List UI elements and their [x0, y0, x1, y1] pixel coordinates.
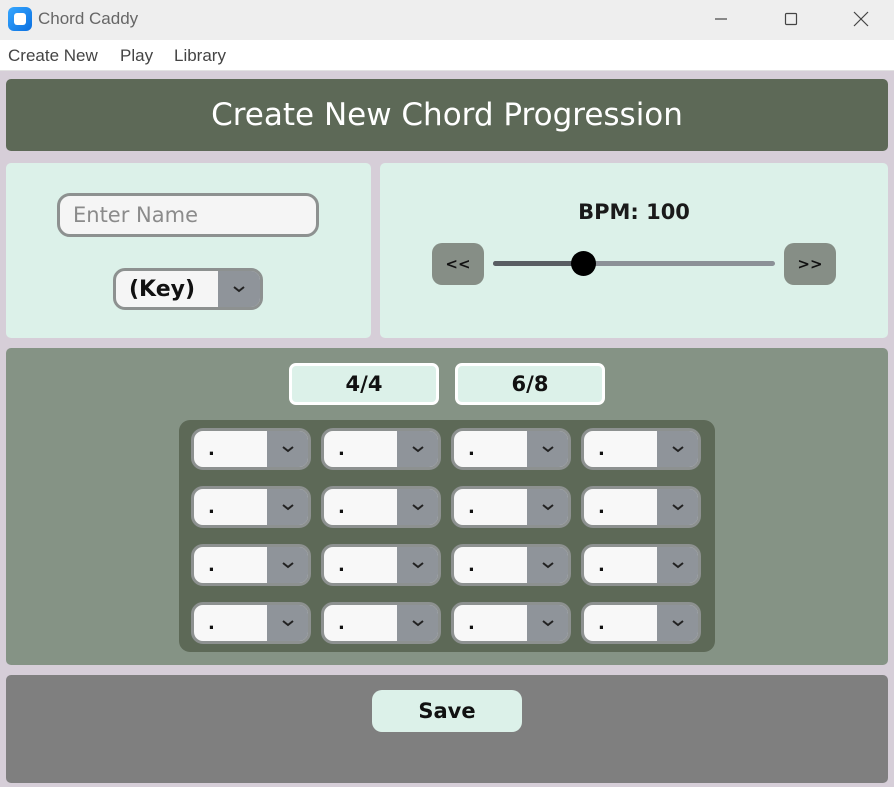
name-key-panel	[6, 163, 371, 338]
chord-dropdown[interactable]: .	[581, 428, 701, 470]
chevron-down-icon	[411, 620, 424, 627]
save-button[interactable]: Save	[372, 690, 522, 732]
menu-bar: Create New Play Library	[0, 40, 894, 71]
maximize-button[interactable]	[768, 4, 814, 34]
chord-dropdown[interactable]: .	[581, 544, 701, 586]
chord-dropdown[interactable]: .	[581, 486, 701, 528]
chord-dropdown-value: .	[468, 554, 475, 576]
chevron-down-icon	[541, 562, 554, 569]
chord-dropdown-value: .	[598, 612, 605, 634]
window-title: Chord Caddy	[38, 9, 139, 28]
chord-grid: ................	[179, 420, 715, 652]
chord-dropdown-toggle[interactable]	[657, 431, 698, 467]
chord-dropdown-value: .	[598, 438, 605, 460]
app-icon	[8, 7, 32, 31]
close-icon	[853, 11, 869, 27]
name-input[interactable]	[57, 193, 319, 237]
chevron-down-icon	[281, 504, 294, 511]
chord-dropdown[interactable]: .	[451, 602, 571, 644]
bpm-label: BPM: 100	[578, 200, 690, 224]
chord-dropdown-toggle[interactable]	[397, 547, 438, 583]
chord-dropdown-toggle[interactable]	[527, 605, 568, 641]
chord-dropdown[interactable]: .	[191, 544, 311, 586]
chord-dropdown[interactable]: .	[191, 486, 311, 528]
chord-dropdown-toggle[interactable]	[397, 489, 438, 525]
minimize-button[interactable]	[698, 4, 744, 34]
chord-dropdown-value: .	[338, 438, 345, 460]
chord-dropdown[interactable]: .	[451, 544, 571, 586]
chord-dropdown-value: .	[208, 438, 215, 460]
chord-dropdown-toggle[interactable]	[267, 431, 308, 467]
chord-dropdown-toggle[interactable]	[527, 489, 568, 525]
chord-dropdown-value: .	[338, 612, 345, 634]
chord-dropdown-value: .	[468, 612, 475, 634]
chevron-down-icon	[281, 620, 294, 627]
chord-dropdown-toggle[interactable]	[657, 605, 698, 641]
bpm-slider-fill	[493, 261, 583, 266]
chord-dropdown-value: .	[338, 554, 345, 576]
bpm-decrease-button[interactable]: <<	[432, 243, 484, 285]
close-button[interactable]	[838, 4, 884, 34]
title-bar: Chord Caddy	[0, 0, 894, 40]
chord-dropdown-value: .	[338, 496, 345, 518]
bpm-increase-button[interactable]: >>	[784, 243, 836, 285]
chord-dropdown-toggle[interactable]	[267, 605, 308, 641]
chord-dropdown[interactable]: .	[451, 428, 571, 470]
chord-dropdown[interactable]: .	[321, 486, 441, 528]
menu-library[interactable]: Library	[174, 46, 226, 66]
chord-dropdown-toggle[interactable]	[397, 431, 438, 467]
chord-dropdown-toggle[interactable]	[527, 431, 568, 467]
chord-dropdown[interactable]: .	[191, 428, 311, 470]
menu-play[interactable]: Play	[120, 46, 153, 66]
chord-dropdown-toggle[interactable]	[527, 547, 568, 583]
page-title: Create New Chord Progression	[211, 97, 683, 133]
chevron-down-icon	[411, 504, 424, 511]
chord-dropdown-toggle[interactable]	[657, 547, 698, 583]
chevron-down-icon	[671, 446, 684, 453]
chevron-down-icon	[281, 446, 294, 453]
key-dropdown[interactable]: (Key)	[113, 268, 263, 310]
chord-dropdown-value: .	[598, 496, 605, 518]
chord-dropdown-value: .	[208, 496, 215, 518]
chord-dropdown-toggle[interactable]	[267, 547, 308, 583]
chevron-down-icon	[281, 562, 294, 569]
time-signature-6-8-button[interactable]: 6/8	[455, 363, 605, 405]
chevron-down-icon	[411, 446, 424, 453]
key-dropdown-value: (Key)	[129, 276, 196, 302]
chord-dropdown-toggle[interactable]	[657, 489, 698, 525]
chevron-down-icon	[541, 504, 554, 511]
chord-dropdown-toggle[interactable]	[267, 489, 308, 525]
maximize-icon	[784, 12, 798, 26]
bpm-slider[interactable]	[493, 251, 775, 276]
chevron-down-icon	[671, 504, 684, 511]
chevron-down-icon	[671, 620, 684, 627]
key-dropdown-toggle[interactable]	[218, 271, 260, 307]
time-signature-4-4-button[interactable]: 4/4	[289, 363, 439, 405]
chord-dropdown[interactable]: .	[581, 602, 701, 644]
bpm-slider-handle[interactable]	[571, 251, 596, 276]
chord-dropdown-value: .	[468, 496, 475, 518]
chord-dropdown[interactable]: .	[451, 486, 571, 528]
page-header: Create New Chord Progression	[6, 79, 888, 151]
chord-dropdown-value: .	[208, 554, 215, 576]
chevron-down-icon	[541, 620, 554, 627]
chevron-down-icon	[411, 562, 424, 569]
chord-dropdown-value: .	[468, 438, 475, 460]
chord-dropdown-toggle[interactable]	[397, 605, 438, 641]
chord-dropdown[interactable]: .	[321, 428, 441, 470]
minimize-icon	[715, 18, 727, 20]
chevron-down-icon	[233, 286, 245, 293]
chord-dropdown[interactable]: .	[191, 602, 311, 644]
chord-dropdown[interactable]: .	[321, 544, 441, 586]
menu-create-new[interactable]: Create New	[8, 46, 98, 66]
chevron-down-icon	[671, 562, 684, 569]
chevron-down-icon	[541, 446, 554, 453]
chord-dropdown-value: .	[208, 612, 215, 634]
chord-dropdown-value: .	[598, 554, 605, 576]
chord-dropdown[interactable]: .	[321, 602, 441, 644]
